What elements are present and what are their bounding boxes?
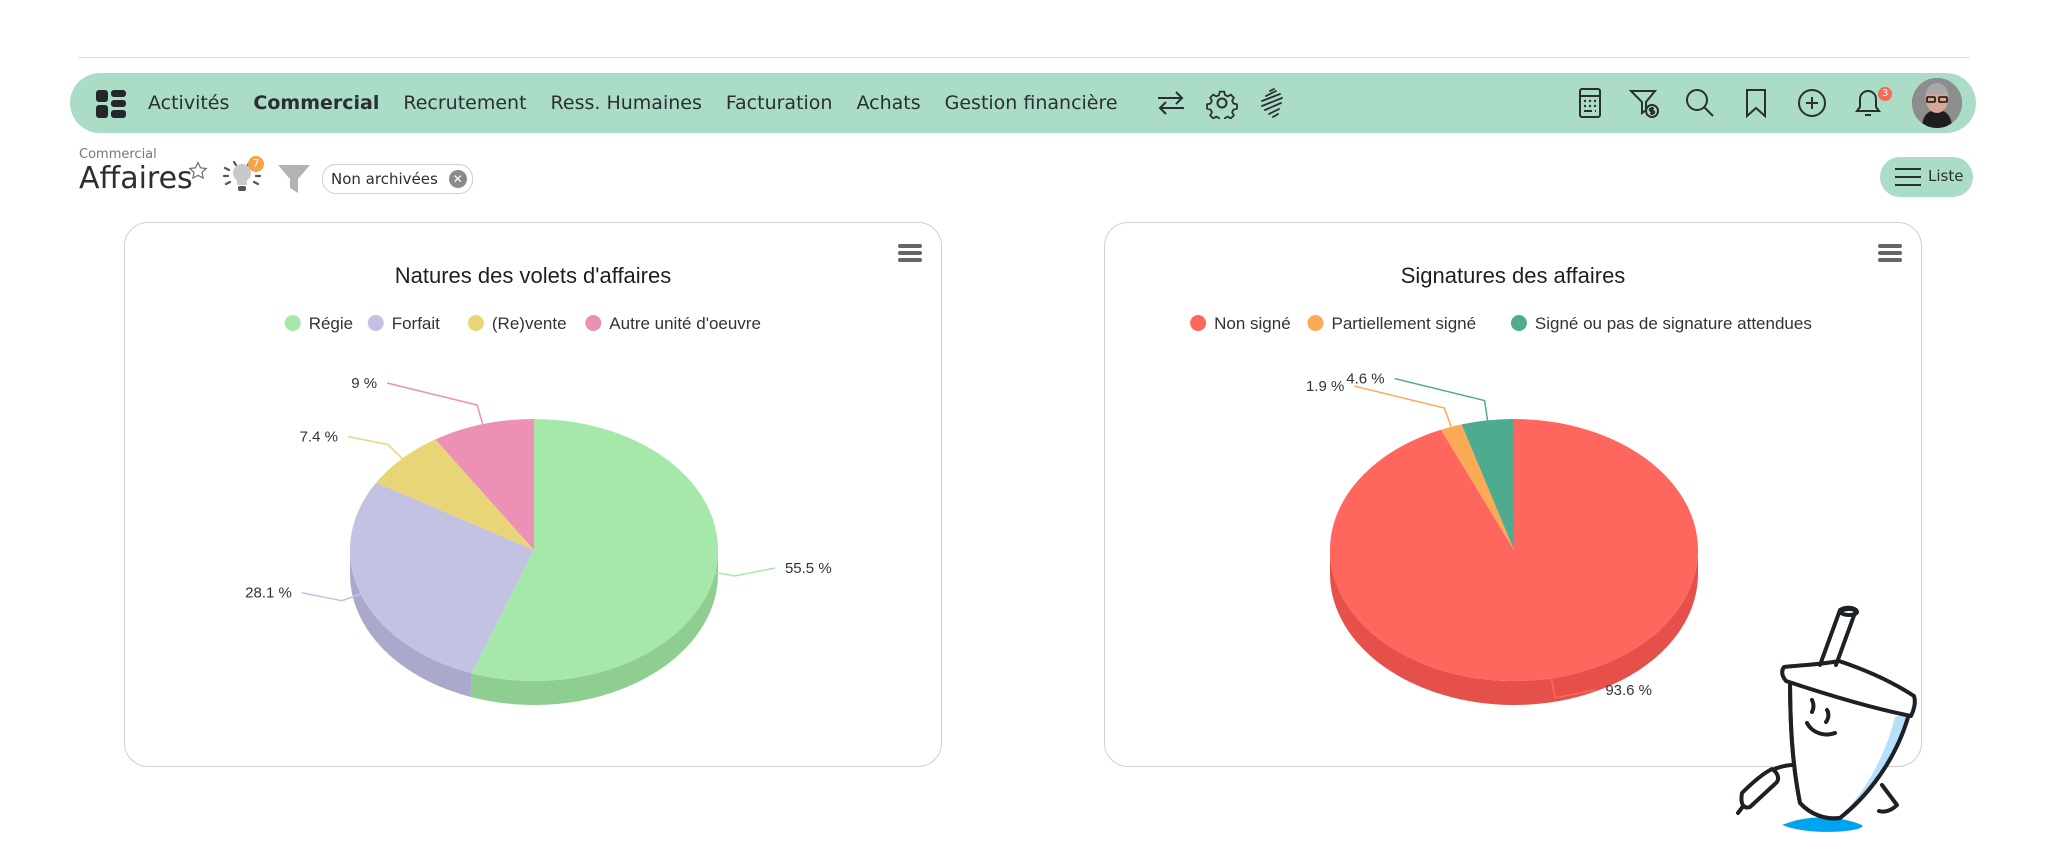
data-label-text: 4.6 % bbox=[1346, 371, 1384, 388]
data-label-text: 1.9 % bbox=[1306, 378, 1344, 395]
nav-item-recrutement[interactable]: Recrutement bbox=[403, 92, 526, 114]
legend-item-partiellement-signe[interactable]: Partiellement signé bbox=[1307, 314, 1477, 333]
apps-grid-icon[interactable] bbox=[96, 90, 126, 118]
legend-label: Partiellement signé bbox=[1332, 314, 1477, 333]
main-navbar: Activités Commercial Recrutement Ress. H… bbox=[70, 73, 1976, 133]
legend-label: Forfait bbox=[392, 314, 440, 333]
search-icon[interactable] bbox=[1684, 87, 1716, 119]
user-avatar[interactable] bbox=[1912, 78, 1962, 128]
legend-marker bbox=[467, 315, 484, 331]
legend-marker bbox=[1510, 315, 1527, 331]
remove-filter-icon[interactable]: ✕ bbox=[448, 170, 467, 188]
nav-item-achats[interactable]: Achats bbox=[856, 92, 920, 114]
nav-item-facturation[interactable]: Facturation bbox=[726, 92, 833, 114]
legend-label: Autre unité d'oeuvre bbox=[609, 314, 761, 333]
nav-item-gestion-financiere[interactable]: Gestion financière bbox=[945, 92, 1118, 114]
nav-item-ress-humaines[interactable]: Ress. Humaines bbox=[551, 92, 702, 114]
legend-marker bbox=[585, 315, 602, 331]
filter-chip-non-archivees[interactable]: Non archivées ✕ bbox=[322, 164, 473, 194]
notification-count-badge: 3 bbox=[1878, 87, 1892, 101]
data-label-re-vente: 7.4 % bbox=[300, 429, 403, 460]
page-title: Affaires bbox=[79, 161, 193, 196]
spinning-top-mascot bbox=[1736, 605, 1917, 832]
breadcrumb[interactable]: Commercial bbox=[79, 147, 157, 162]
legend-item-re-vente[interactable]: (Re)vente bbox=[467, 314, 567, 333]
data-label-regie: 55.5 % bbox=[715, 560, 832, 577]
nav-item-activites[interactable]: Activités bbox=[148, 92, 229, 114]
label-connector bbox=[715, 567, 776, 577]
favorite-star-icon[interactable] bbox=[188, 161, 208, 181]
brand-swirl-icon[interactable] bbox=[1256, 87, 1288, 119]
data-label-text: 28.1 % bbox=[245, 585, 292, 602]
transfer-arrows-icon[interactable] bbox=[1155, 87, 1187, 119]
label-connector bbox=[301, 591, 361, 602]
label-connector bbox=[1354, 385, 1452, 428]
pie-chart-natures: Natures des volets d'affaires Régie Forfai… bbox=[245, 244, 922, 705]
legend-marker bbox=[284, 315, 301, 331]
data-label-text: 7.4 % bbox=[300, 429, 338, 446]
legend-item-autre-unite-d-oeuvre[interactable]: Autre unité d'oeuvre bbox=[585, 314, 761, 333]
data-label-text: 93.6 % bbox=[1605, 682, 1652, 699]
chart-title: Signatures des affaires bbox=[1401, 263, 1626, 288]
chart-menu-icon[interactable] bbox=[898, 244, 922, 262]
data-label-autre-unite-d-oeuvre: 9 % bbox=[351, 375, 484, 425]
list-view-button[interactable]: Liste bbox=[1880, 157, 1973, 197]
legend-label: Signé ou pas de signature attendues bbox=[1535, 314, 1812, 333]
label-connector bbox=[347, 435, 403, 460]
legend-label: Régie bbox=[309, 314, 353, 333]
chart-title: Natures des volets d'affaires bbox=[395, 263, 672, 288]
legend-label: (Re)vente bbox=[492, 314, 567, 333]
chart-menu-icon[interactable] bbox=[1878, 244, 1902, 262]
settings-gear-icon[interactable] bbox=[1206, 87, 1238, 119]
legend-marker bbox=[1190, 315, 1207, 331]
legend-marker bbox=[367, 315, 384, 331]
label-connector bbox=[386, 382, 484, 425]
legend-item-forfait[interactable]: Forfait bbox=[367, 314, 440, 333]
filter-chip-label: Non archivées bbox=[331, 170, 438, 188]
funnel-dollar-icon[interactable] bbox=[1628, 87, 1660, 119]
chart-card-natures: Natures des volets d'affaires Régie Forfai… bbox=[124, 222, 942, 767]
data-label-text: 9 % bbox=[351, 375, 377, 392]
data-label-signe-ou-pas-de-signature-attendues: 4.6 % bbox=[1346, 371, 1489, 421]
list-view-label: Liste bbox=[1928, 167, 1964, 185]
legend-item-regie[interactable]: Régie bbox=[284, 314, 353, 333]
hamburger-icon bbox=[1895, 168, 1921, 186]
bookmark-icon[interactable] bbox=[1740, 87, 1772, 119]
top-divider bbox=[78, 57, 1970, 58]
tips-button[interactable]: 7 bbox=[222, 156, 264, 194]
data-label-forfait: 28.1 % bbox=[245, 585, 361, 602]
nav-menu: Activités Commercial Recrutement Ress. H… bbox=[148, 73, 1142, 133]
legend-marker bbox=[1307, 315, 1324, 331]
filter-funnel-icon[interactable] bbox=[277, 164, 311, 194]
data-label-text: 55.5 % bbox=[785, 560, 832, 577]
add-circle-icon[interactable] bbox=[1796, 87, 1828, 119]
legend-label: Non signé bbox=[1214, 314, 1291, 333]
legend-item-signe-ou-pas-de-signature-attendues[interactable]: Signé ou pas de signature attendues bbox=[1510, 314, 1812, 333]
legend-item-non-signe[interactable]: Non signé bbox=[1190, 314, 1291, 333]
tips-count-badge: 7 bbox=[248, 156, 264, 172]
nav-item-commercial[interactable]: Commercial bbox=[253, 92, 379, 114]
calculator-icon[interactable] bbox=[1574, 87, 1606, 119]
